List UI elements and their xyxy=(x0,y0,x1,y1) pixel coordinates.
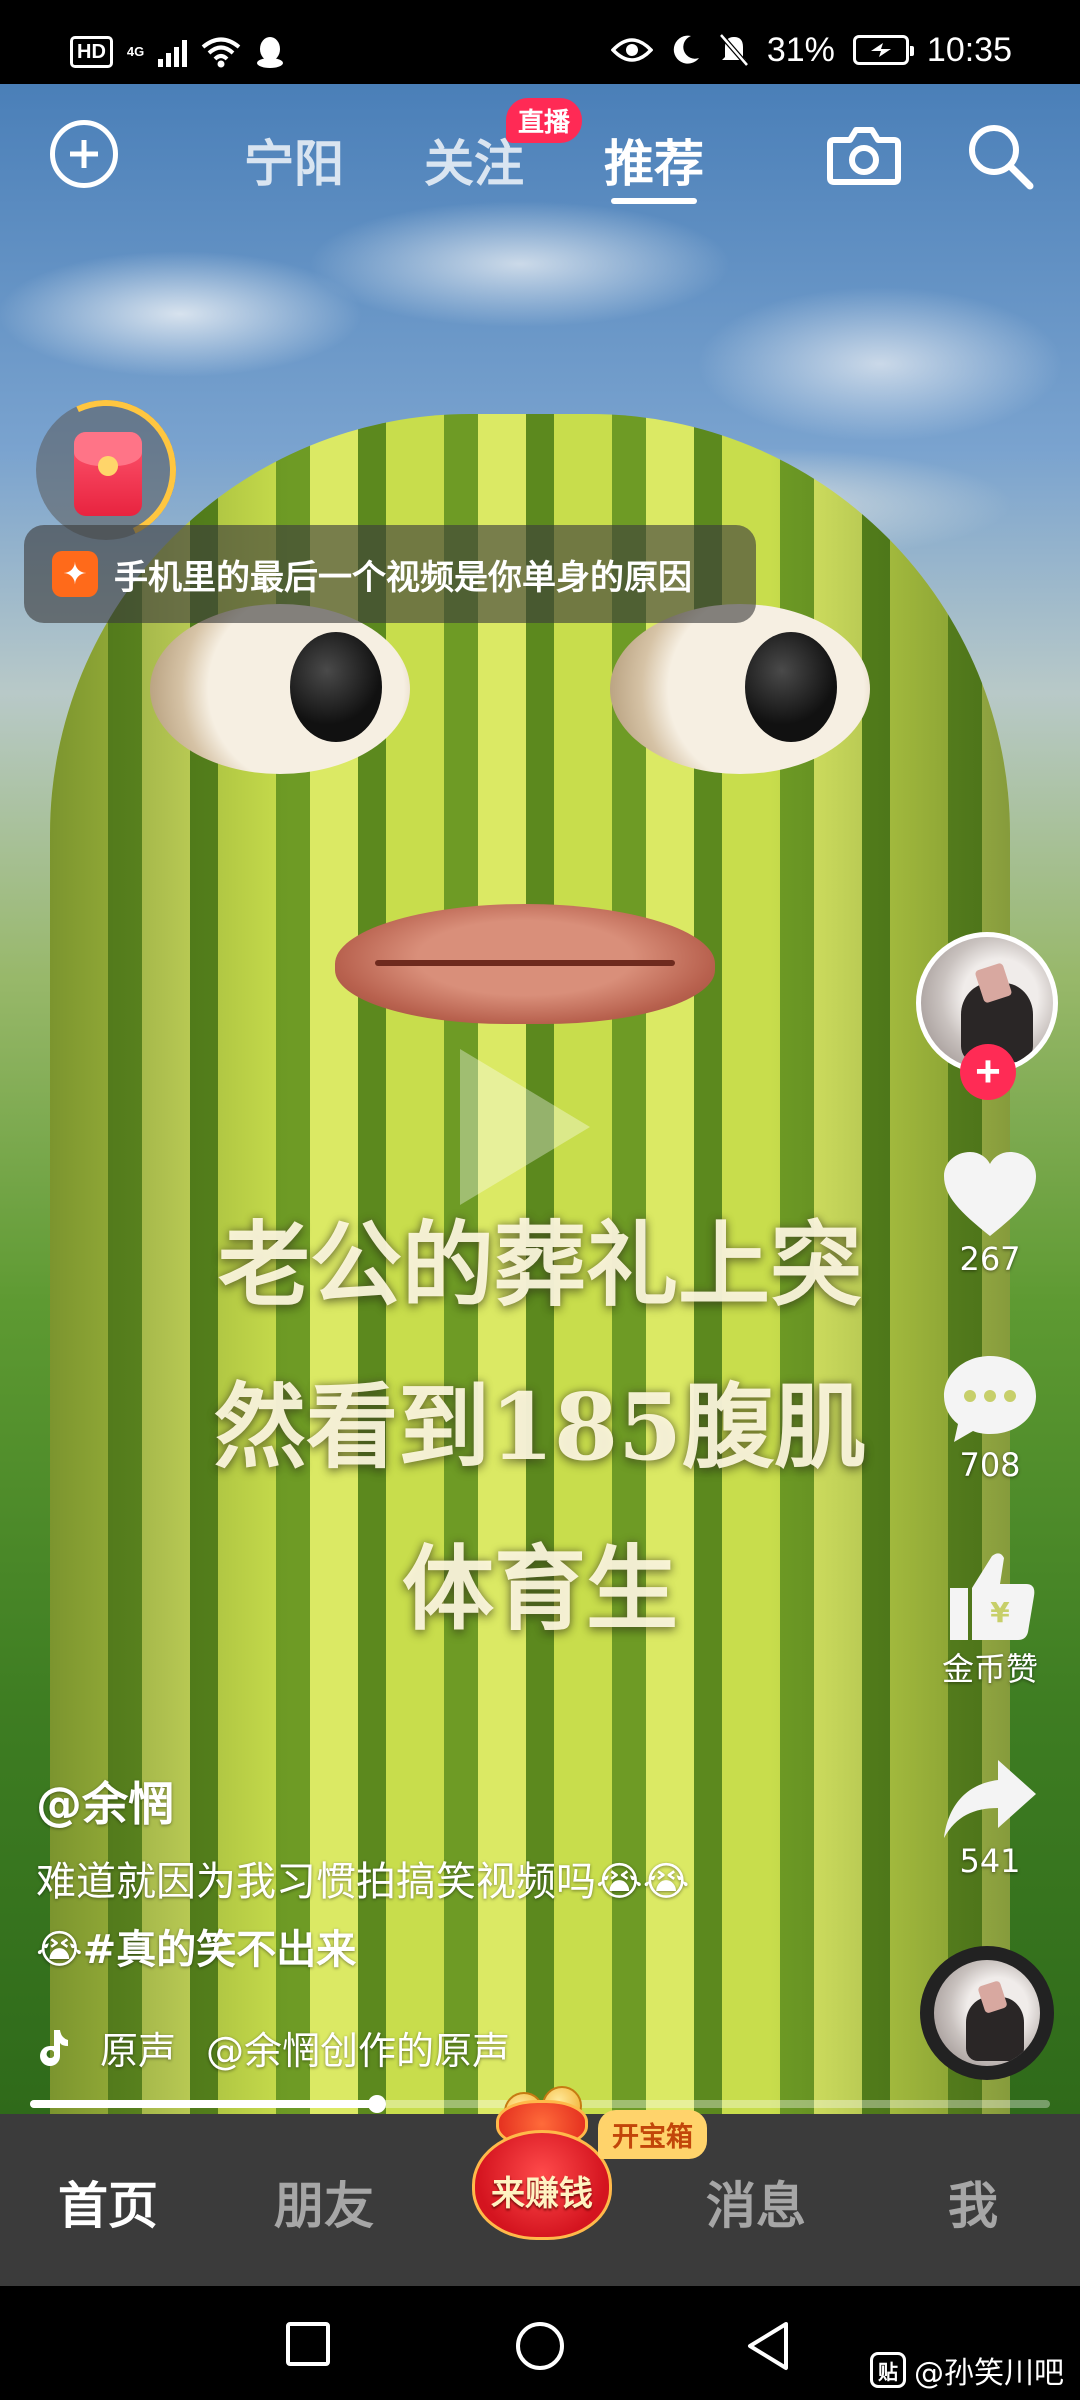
music-title: @余惘创作的原声 xyxy=(206,2029,511,2073)
battery-percent: 31% xyxy=(766,30,835,69)
back-triangle-icon[interactable] xyxy=(744,2320,792,2372)
video-caption-line: 老公的葬礼上突 xyxy=(217,1211,862,1319)
signal-icon xyxy=(158,37,188,67)
watermark: 贴 @孙笑川吧 xyxy=(870,2348,1064,2392)
camera-icon[interactable] xyxy=(826,118,902,194)
comment-count: 708 xyxy=(959,1446,1021,1484)
author-name[interactable]: @余惘 xyxy=(36,1768,174,1834)
bell-muted-icon xyxy=(718,33,749,67)
like-button[interactable]: 267 xyxy=(920,1150,1060,1278)
money-bag-icon[interactable]: 来赚钱 xyxy=(468,2086,616,2242)
share-count: 541 xyxy=(959,1842,1021,1880)
tieba-icon: 贴 xyxy=(870,2352,906,2388)
description-line-2: 😭#真的笑不出来 xyxy=(36,1916,796,1984)
coin-like-label: 金币赞 xyxy=(941,1650,1038,1688)
nav-messages[interactable]: 消息 xyxy=(706,2166,806,2238)
comment-button[interactable]: 708 xyxy=(920,1352,1060,1484)
top-nav: 宁阳 关注 直播 推荐 xyxy=(0,84,1080,214)
promo-banner[interactable]: ✦ 手机里的最后一个视频是你单身的原因 xyxy=(24,525,756,623)
tab-recommended[interactable]: 推荐 xyxy=(604,124,704,196)
circle-icon[interactable] xyxy=(514,2320,566,2372)
follow-plus-icon[interactable]: + xyxy=(960,1044,1016,1100)
progress-fill xyxy=(30,2100,377,2108)
description-emoji: 😭 xyxy=(36,1927,83,1973)
video-right-eye xyxy=(610,604,870,774)
share-arrow-icon xyxy=(944,1760,1036,1838)
nav-friends[interactable]: 朋友 xyxy=(274,2166,374,2238)
square-icon[interactable] xyxy=(284,2320,332,2368)
search-icon[interactable] xyxy=(962,118,1038,194)
status-left: HD 4G xyxy=(70,32,285,72)
post-description: 难道就因为我习惯拍搞笑视频吗😭😭 😭#真的笑不出来 xyxy=(36,1848,796,1984)
watermark-text: @孙笑川吧 xyxy=(914,2356,1064,2391)
share-button[interactable]: 541 xyxy=(920,1756,1060,1880)
hashtag-link[interactable]: #真的笑不出来 xyxy=(83,1927,357,1973)
wifi-icon xyxy=(201,37,241,68)
earn-label: 来赚钱 xyxy=(491,2174,593,2214)
video-left-eye xyxy=(150,604,410,774)
coin-like-button[interactable]: ¥ 金币赞 xyxy=(920,1548,1060,1690)
nav-home[interactable]: 首页 xyxy=(58,2166,158,2238)
nav-me[interactable]: 我 xyxy=(948,2166,998,2238)
network-type-icon: 4G xyxy=(127,45,144,59)
battery-charging-icon xyxy=(852,35,914,65)
eye-comfort-icon xyxy=(610,38,653,62)
description-line: 难道就因为我习惯拍搞笑视频吗😭😭 xyxy=(36,1859,690,1905)
play-icon[interactable] xyxy=(460,1049,590,1205)
progress-knob[interactable] xyxy=(367,2095,386,2113)
svg-text:¥: ¥ xyxy=(990,1596,1010,1629)
tab-ningyang[interactable]: 宁阳 xyxy=(244,124,344,196)
network-type-label: 4G xyxy=(126,44,145,59)
sparkle-icon: ✦ xyxy=(52,551,98,597)
like-count: 267 xyxy=(959,1240,1021,1278)
music-disc-avatar[interactable] xyxy=(920,1946,1054,2080)
video-lips xyxy=(335,904,715,1024)
qq-icon xyxy=(257,37,284,68)
hd-icon: HD xyxy=(70,36,113,68)
status-bar: HD 4G 31% 10:35 xyxy=(0,0,1080,84)
red-packet-icon[interactable] xyxy=(16,380,196,560)
music-type: 原声 xyxy=(100,2029,177,2073)
music-info[interactable]: 原声 @余惘创作的原声 xyxy=(36,2020,510,2075)
clock: 10:35 xyxy=(926,30,1012,69)
plus-circle-icon[interactable] xyxy=(50,120,118,188)
treasure-badge[interactable]: 开宝箱 xyxy=(598,2110,707,2159)
tiktok-note-icon xyxy=(40,2029,68,2066)
heart-icon xyxy=(944,1152,1036,1236)
coin-thumb-icon: ¥ xyxy=(950,1553,1035,1640)
video-caption-overlay: 老公的葬礼上突 然看到185腹肌 体育生 xyxy=(110,1184,970,1670)
comment-icon xyxy=(944,1356,1036,1442)
live-badge: 直播 xyxy=(506,98,583,143)
video-caption-line: 然看到185腹肌 xyxy=(213,1373,867,1481)
moon-icon xyxy=(673,35,699,64)
video-caption-line: 体育生 xyxy=(401,1535,678,1643)
status-right: 31% 10:35 xyxy=(610,28,1012,72)
promo-text: 手机里的最后一个视频是你单身的原因 xyxy=(114,557,692,598)
